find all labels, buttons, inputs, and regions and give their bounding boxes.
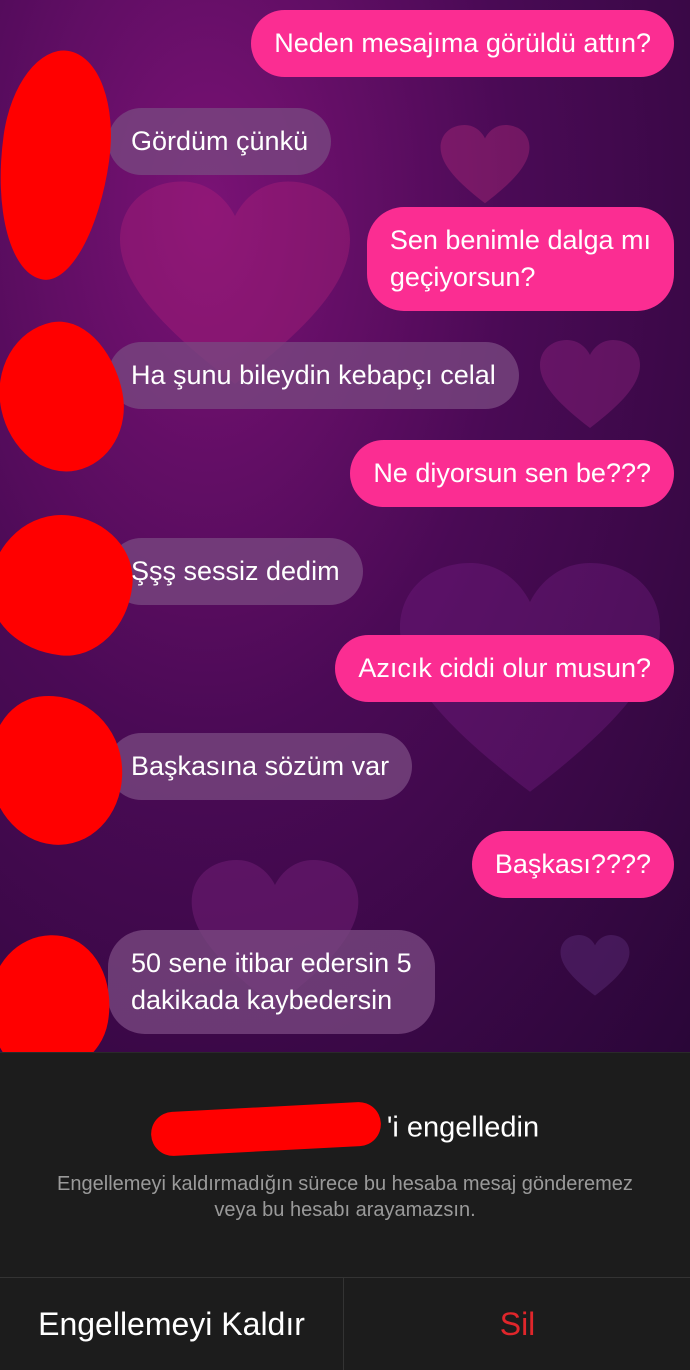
- outgoing-message[interactable]: Azıcık ciddi olur musun?: [335, 635, 674, 702]
- incoming-message[interactable]: Ha şunu bileydin kebapçı celal: [108, 342, 519, 409]
- outgoing-message[interactable]: Neden mesajıma görüldü attın?: [251, 10, 674, 77]
- heart-decoration-icon: [560, 935, 630, 997]
- avatar-redaction: [0, 925, 122, 1052]
- outgoing-message[interactable]: Ne diyorsun sen be???: [350, 440, 674, 507]
- unblock-button[interactable]: Engellemeyi Kaldır: [0, 1278, 344, 1370]
- incoming-message[interactable]: Şşş sessiz dedim: [108, 538, 363, 605]
- avatar-redaction: [0, 686, 132, 854]
- incoming-message[interactable]: Gördüm çünkü: [108, 108, 332, 175]
- outgoing-message[interactable]: Başkası????: [471, 831, 674, 898]
- avatar-redaction: [0, 507, 139, 663]
- heart-decoration-icon: [440, 125, 530, 205]
- heart-decoration-icon: [540, 340, 640, 430]
- blocked-title-text: 'i engelledin: [386, 1111, 540, 1144]
- action-bar: Engellemeyi Kaldır Sil: [0, 1277, 690, 1370]
- username-redaction: [149, 1101, 382, 1157]
- avatar-redaction: [0, 43, 124, 287]
- incoming-message[interactable]: Başkasına sözüm var: [108, 733, 413, 800]
- avatar-redaction: [0, 310, 137, 484]
- blocked-notice: 'i engelledin Engellemeyi kaldırmadığın …: [0, 1052, 690, 1278]
- blocked-description: Engellemeyi kaldırmadığın sürece bu hesa…: [57, 1173, 633, 1221]
- incoming-message[interactable]: 50 sene itibar edersin 5 dakikada kaybed…: [108, 930, 435, 1034]
- outgoing-message[interactable]: Sen benimle dalga mı geçiyorsun?: [366, 207, 674, 311]
- chat-thread: Neden mesajıma görüldü attın? Gördüm çün…: [0, 0, 690, 1052]
- delete-button[interactable]: Sil: [345, 1278, 690, 1370]
- blocked-title: 'i engelledin: [0, 1101, 690, 1157]
